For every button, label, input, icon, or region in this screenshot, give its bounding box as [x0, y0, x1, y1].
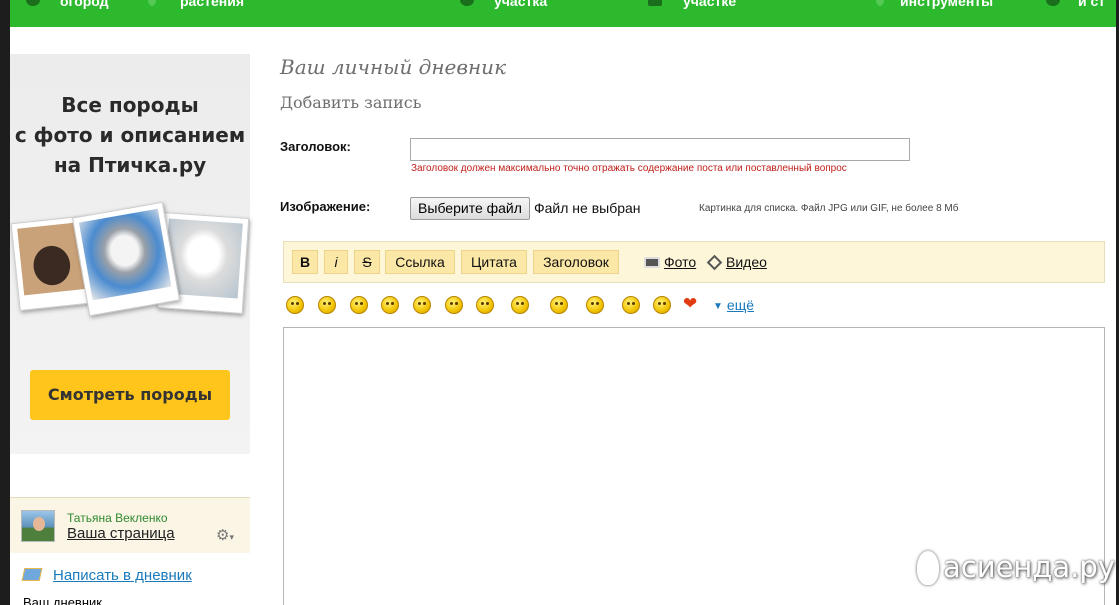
video-label: Видео [726, 254, 767, 270]
smiley-icon[interactable] [550, 296, 568, 314]
nav-item-more[interactable]: и ст [1078, 0, 1105, 9]
watermark-text: асиенда.ру [943, 550, 1115, 584]
image-label: Изображение: [280, 199, 371, 214]
heading-button[interactable]: Заголовок [533, 250, 619, 274]
smiley-row: ❤ ▼ ещё [284, 294, 784, 320]
smiley-icon[interactable] [511, 296, 529, 314]
nav-garden-icon [26, 0, 40, 6]
quote-button[interactable]: Цитата [461, 250, 527, 274]
ad-line-3: на Птичка.ру [53, 153, 207, 177]
smiley-icon[interactable] [653, 296, 671, 314]
strike-button[interactable]: S [354, 250, 380, 274]
ad-view-breeds-button[interactable]: Смотреть породы [30, 370, 230, 420]
more-smileys-link[interactable]: ▼ ещё [713, 297, 754, 313]
nav-item-garden[interactable]: огород [60, 0, 109, 9]
chevron-down-icon: ▾ [229, 533, 234, 543]
heart-icon[interactable]: ❤ [683, 295, 697, 313]
gear-icon[interactable]: ⚙▾ [216, 528, 244, 544]
file-hint: Картинка для списка. Файл JPG или GIF, н… [699, 203, 959, 214]
write-diary-link[interactable]: Написать в дневник [21, 567, 192, 584]
smiley-icon[interactable] [445, 296, 463, 314]
ad-line-2: с фото и описанием [14, 123, 246, 147]
link-button[interactable]: Ссылка [385, 250, 455, 274]
user-name[interactable]: Татьяна Векленко [67, 511, 168, 525]
camera-icon [644, 257, 660, 268]
bold-button[interactable]: B [292, 250, 318, 274]
video-link[interactable]: Видео [706, 254, 767, 271]
film-icon [706, 254, 723, 271]
title-hint: Заголовок должен максимально точно отраж… [411, 163, 847, 174]
write-diary-label: Написать в дневник [53, 567, 192, 584]
nav-item-tools[interactable]: инструменты [900, 0, 993, 9]
chevron-down-icon: ▼ [713, 301, 723, 312]
ad-headline: Все породы с фото и описанием на Птичка.… [10, 90, 250, 180]
nav-plants-icon [148, 0, 156, 6]
ad-cat-photos [10, 201, 250, 329]
nav-more-icon [1046, 0, 1060, 6]
top-navigation: огород растения участка участке инструме… [10, 0, 1116, 27]
ad-line-1: Все породы [61, 93, 199, 117]
smiley-icon[interactable] [350, 296, 368, 314]
photo-label: Фото [664, 254, 697, 270]
smiley-icon[interactable] [286, 296, 304, 314]
notepad-icon [21, 568, 43, 581]
choose-file-button[interactable]: Выберите файл [410, 197, 530, 220]
nav-tools-icon [876, 0, 884, 6]
your-page-link[interactable]: Ваша страница [67, 525, 175, 542]
file-status: Файл не выбран [534, 200, 641, 216]
editor-toolbar: B i S Ссылка Цитата Заголовок Фото Видео [283, 241, 1105, 283]
smiley-icon[interactable] [381, 296, 399, 314]
page-title: Ваш личный дневник [280, 55, 507, 79]
window-left-edge [0, 0, 10, 605]
title-label: Заголовок: [280, 139, 351, 154]
nav-item-plot[interactable]: участка [494, 0, 547, 9]
your-diary-link[interactable]: Ваш дневник [23, 595, 102, 605]
user-panel: Татьяна Векленко Ваша страница ⚙▾ [10, 497, 250, 553]
ad-banner[interactable]: Все породы с фото и описанием на Птичка.… [10, 54, 250, 454]
photo-link[interactable]: Фото [644, 254, 696, 270]
nav-item-onplot[interactable]: участке [683, 0, 736, 9]
avatar[interactable] [21, 510, 55, 542]
nav-onplot-icon [648, 0, 662, 6]
nav-item-plants[interactable]: растения [180, 0, 244, 9]
page-subtitle: Добавить запись [280, 93, 422, 112]
smiley-icon[interactable] [622, 296, 640, 314]
title-input[interactable] [410, 138, 910, 161]
smiley-icon[interactable] [476, 296, 494, 314]
smiley-icon[interactable] [318, 296, 336, 314]
italic-button[interactable]: i [324, 250, 348, 274]
nav-plot-icon [460, 0, 474, 6]
smiley-icon[interactable] [413, 296, 431, 314]
sidebar-links: Написать в дневник Ваш дневник [10, 553, 250, 605]
smiley-icon[interactable] [586, 296, 604, 314]
watermark-logo: асиенда.ру [917, 550, 1115, 600]
leaf-icon [917, 551, 939, 585]
ad-photo-kitten [72, 201, 180, 317]
more-smileys-label: ещё [726, 297, 754, 313]
